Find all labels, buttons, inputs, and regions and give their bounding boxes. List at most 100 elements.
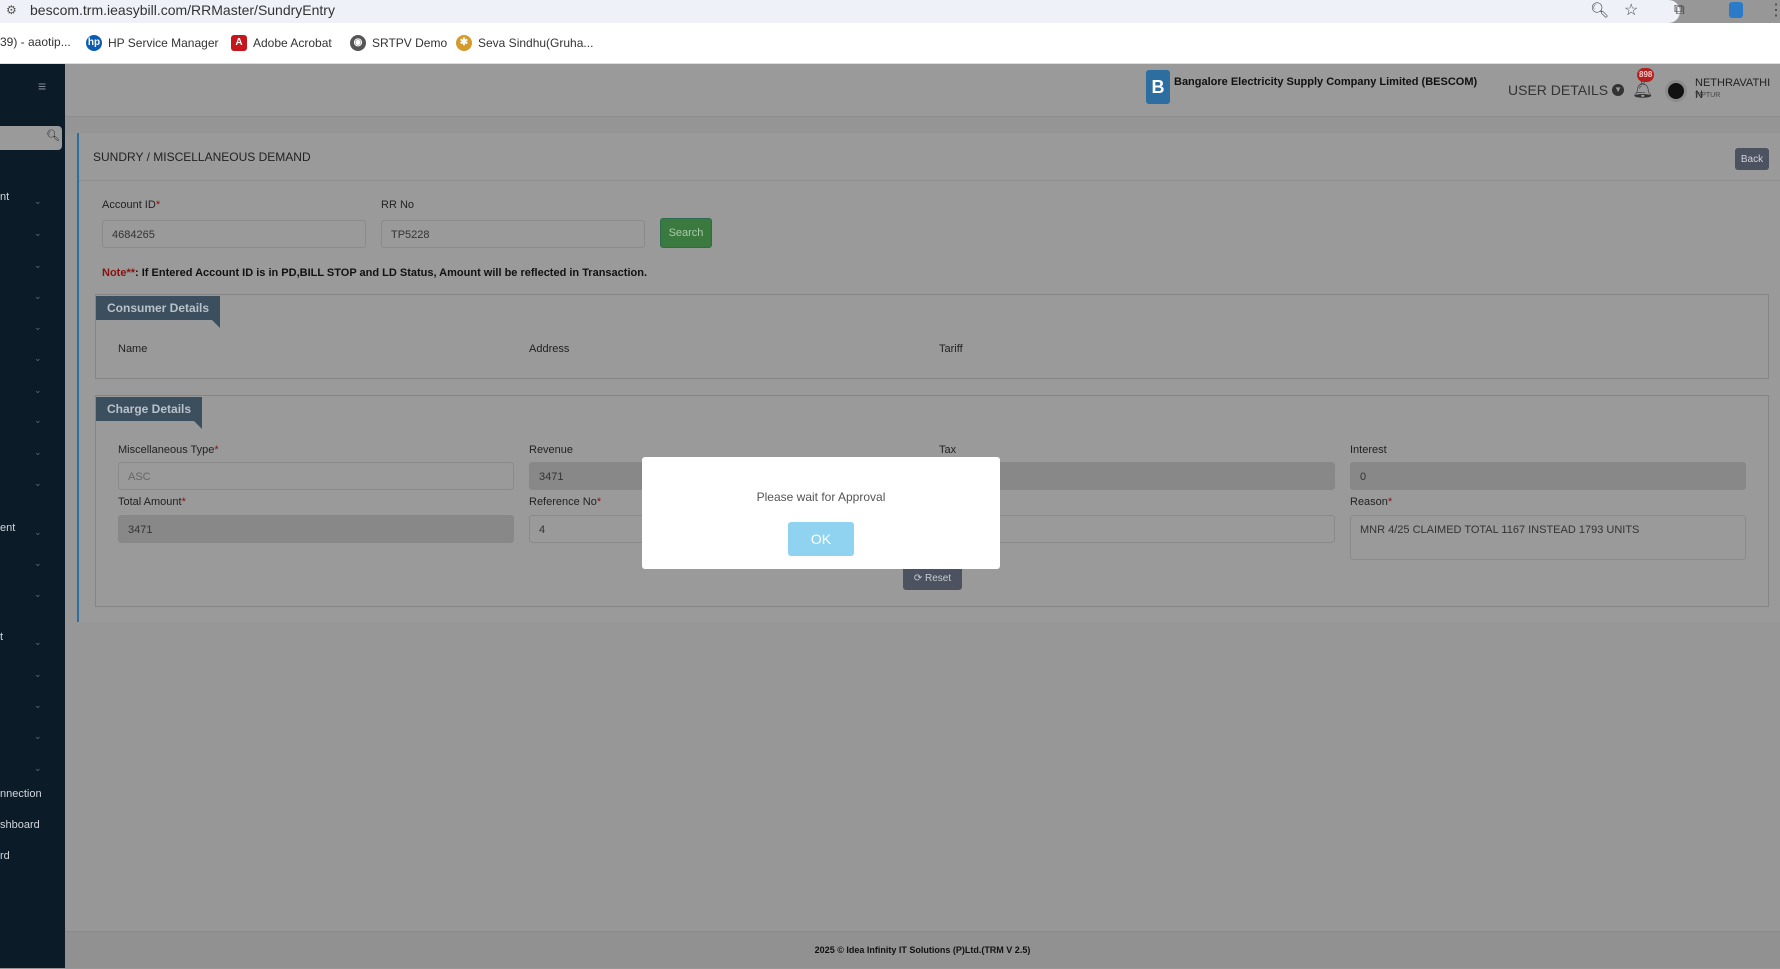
user-location: TIPTUR [1695,92,1721,99]
required-mark: * [155,199,161,211]
rr-no-label: RR No [381,199,415,211]
chevron-down-icon: ▼ [1612,84,1625,96]
chevron-down-icon[interactable]: ⌄ [34,260,42,271]
divider [79,180,1780,181]
emblem-icon: ✱ [456,35,472,51]
chevron-down-icon[interactable]: ⌄ [34,763,42,774]
chevron-down-icon[interactable]: ⌄ [34,731,42,742]
revenue-label: Revenue [529,444,574,456]
sidebar-item[interactable]: nnection [0,788,42,800]
misc-type-select[interactable]: ASC [118,462,514,490]
user-details-dropdown[interactable]: USER DETAILS ▼ [1508,82,1625,98]
chevron-down-icon[interactable]: ⌄ [34,447,42,458]
chevron-down-icon[interactable]: ⌄ [34,558,42,569]
footer: 2025 © Idea Infinity IT Solutions (P)Ltd… [65,931,1780,968]
bookmark-item[interactable]: ✱ Seva Sindhu(Gruha... [456,35,593,51]
interest-label: Interest [1350,444,1387,456]
note-text: Note**: If Entered Account ID is in PD,B… [102,267,647,279]
refresh-icon: ⟳ [913,572,926,584]
notification-badge: 898 [1637,68,1655,82]
company-name: Bangalore Electricity Supply Company Lim… [1174,76,1478,88]
reset-button[interactable]: ⟳ Reset [903,566,962,590]
consumer-details-heading: Consumer Details [96,296,221,328]
required-mark: * [1387,496,1393,508]
required-mark: * [181,496,186,508]
bell-icon[interactable]: 🔔︎ [1632,80,1654,100]
sub-header-bar [65,117,1780,133]
bookmark-item[interactable]: ◉ SRTPV Demo [350,35,447,51]
sidebar-item[interactable]: t [0,631,3,643]
back-button[interactable]: Back [1735,148,1769,170]
user-details-label: USER DETAILS [1508,82,1609,98]
extensions-icon[interactable]: ⧉ [1674,1,1685,18]
url-text[interactable]: bescom.trm.ieasybill.com/RRMaster/Sundry… [30,2,335,18]
account-id-label: Account ID* [102,199,160,211]
chevron-down-icon[interactable]: ⌄ [34,353,42,364]
required-mark: * [596,496,602,508]
site-settings-icon[interactable]: ⚙ [6,3,17,17]
star-icon[interactable]: ☆ [1624,0,1638,20]
charge-details-heading: Charge Details [96,397,203,429]
chevron-down-icon[interactable]: ⌄ [34,415,42,426]
label-text: Reason [1350,496,1388,508]
label-text: Reference No [529,496,597,508]
chevron-down-icon[interactable]: ⌄ [34,385,42,396]
bookmark-label: HP Service Manager [108,36,219,50]
hamburger-icon[interactable]: ≡ [38,78,46,94]
address-bar[interactable]: ⚙ bescom.trm.ieasybill.com/RRMaster/Sund… [0,0,1680,23]
chevron-down-icon[interactable]: ⌄ [34,478,42,489]
bookmarks-bar: 39) - aaotip... hp HP Service Manager A Ad… [0,23,1780,64]
sidebar: ≡ 🔍︎ [0,64,65,968]
zoom-icon[interactable]: 🔍︎ [1590,1,1609,19]
search-button[interactable]: Search [660,218,712,248]
bookmark-item[interactable]: hp HP Service Manager [86,35,219,51]
note-body: : If Entered Account ID is in PD,BILL ST… [135,267,647,279]
label-text: Account ID [102,199,156,211]
chevron-down-icon[interactable]: ⌄ [34,291,42,302]
reset-label: Reset [925,572,952,584]
note-prefix: Note** [102,267,136,279]
sidebar-item[interactable]: nt [0,191,9,203]
search-icon: 🔍︎ [46,130,60,142]
reason-textarea[interactable]: MNR 4/25 CLAIMED TOTAL 1167 INSTEAD 1793… [1350,515,1746,560]
chevron-down-icon[interactable]: ⌄ [34,196,42,207]
chevron-down-icon[interactable]: ⌄ [34,669,42,680]
chevron-down-icon[interactable]: ⌄ [34,589,42,600]
consumer-details-section: Consumer Details Name Address Tariff [95,294,1769,379]
app-header: B Bangalore Electricity Supply Company L… [65,64,1780,117]
globe-icon: ◉ [350,35,366,51]
bookmark-item[interactable]: A Adobe Acrobat [231,35,332,51]
total-amount-label: Total Amount* [118,496,186,508]
chevron-down-icon[interactable]: ⌄ [34,637,42,648]
label-text: Total Amount [118,496,182,508]
sidebar-item[interactable]: rd [0,850,10,862]
bookmark-item[interactable]: 39) - aaotip... [0,35,71,49]
bookmark-label: SRTPV Demo [372,36,448,50]
bescom-extension-icon[interactable] [1729,2,1743,18]
rr-no-input[interactable]: TP5228 [381,220,645,248]
tax-label: Tax [939,444,957,456]
chevron-down-icon[interactable]: ⌄ [34,527,42,538]
bookmark-label: Seva Sindhu(Gruha... [478,36,594,50]
menu-dots-icon[interactable]: ⋮ [1768,0,1780,20]
dialog-message: Please wait for Approval [756,490,886,504]
chevron-down-icon[interactable]: ⌄ [34,700,42,711]
interest-input[interactable]: 0 [1350,462,1746,490]
bookmark-label: 39) - aaotip... [0,35,71,49]
avatar-icon[interactable] [1665,80,1687,102]
reference-no-label: Reference No* [529,496,601,508]
sidebar-item[interactable]: shboard [0,819,40,831]
approval-dialog: Please wait for Approval OK [642,457,1000,569]
sidebar-search-input[interactable]: 🔍︎ [0,126,62,150]
address-label: Address [529,343,570,355]
account-id-input[interactable]: 4684265 [102,220,366,248]
chevron-down-icon[interactable]: ⌄ [34,322,42,333]
total-amount-input[interactable]: 3471 [118,515,514,543]
reason-label: Reason* [1350,496,1392,508]
ok-button[interactable]: OK [788,522,854,556]
misc-type-label: Miscellaneous Type* [118,444,219,456]
sidebar-item[interactable]: ent [0,522,15,534]
chevron-down-icon[interactable]: ⌄ [34,228,42,239]
hp-icon: hp [86,35,102,51]
label-text: Miscellaneous Type [118,444,215,456]
